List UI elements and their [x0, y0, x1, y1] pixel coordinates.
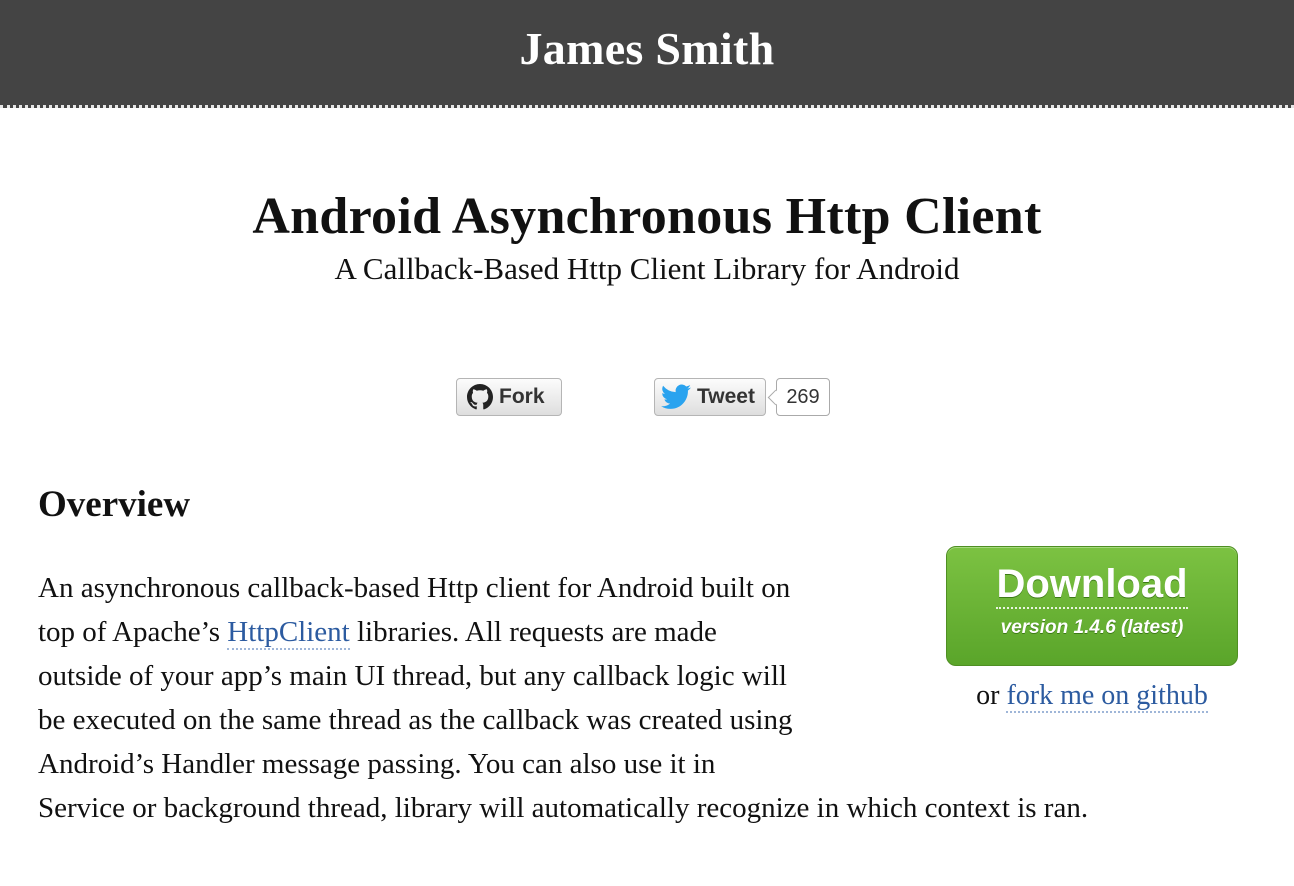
overview-line: Android’s Handler message passing. You c… — [38, 748, 716, 780]
download-alternative: or fork me on github — [946, 676, 1238, 716]
site-title-link[interactable]: James Smith — [519, 22, 774, 75]
fork-on-github-link[interactable]: fork me on github — [1006, 680, 1208, 713]
site-header: James Smith — [0, 0, 1294, 108]
download-button[interactable]: Download version 1.4.6 (latest) — [946, 546, 1238, 666]
tweet-count-badge[interactable]: 269 — [776, 378, 830, 416]
download-label: Download — [996, 561, 1188, 609]
tweet-label: Tweet — [697, 385, 755, 408]
httpclient-link[interactable]: HttpClient — [227, 616, 350, 650]
download-version: version 1.4.6 (latest) — [1000, 617, 1184, 638]
github-fork-button[interactable]: Fork — [456, 378, 562, 416]
overview-text-segment: top of Apache’s — [38, 616, 228, 648]
page-header: Android Asynchronous Http Client A Callb… — [0, 186, 1294, 290]
page-title: Android Asynchronous Http Client — [252, 188, 1042, 245]
github-icon — [467, 384, 493, 410]
overview-heading: Overview — [38, 484, 191, 525]
tweet-count-value: 269 — [786, 385, 820, 408]
page-subtitle: A Callback-Based Http Client Library for… — [334, 251, 960, 286]
twitter-bird-icon — [661, 384, 691, 409]
download-alt-prefix: or — [976, 680, 1007, 711]
fork-label: Fork — [499, 385, 545, 408]
overview-text-segment: libraries. All requests are made — [349, 616, 717, 648]
overview-line: Service or background thread, library wi… — [38, 792, 1089, 824]
tweet-button[interactable]: Tweet — [654, 378, 766, 416]
